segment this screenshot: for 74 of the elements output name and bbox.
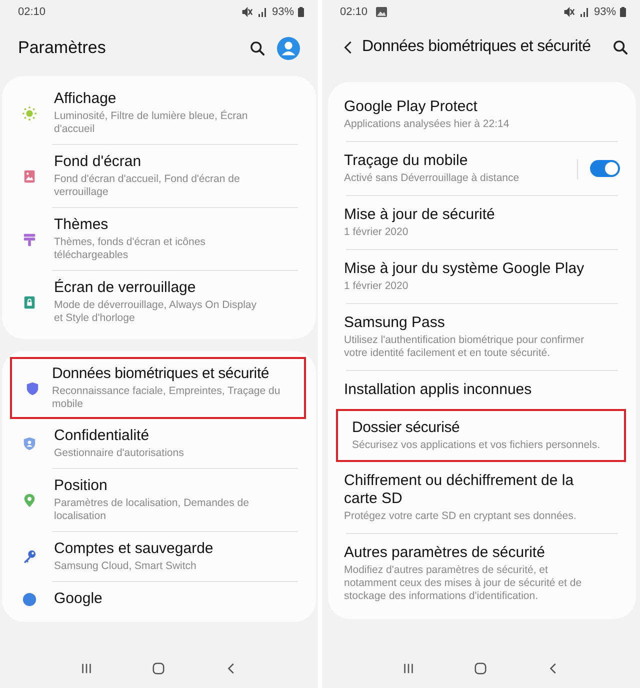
item-description: Mode de déverrouillage, Always On Display et Style d'horloge (54, 299, 258, 325)
settings-item[interactable]: Google (2, 582, 316, 616)
item-title: Google Play Protect (344, 98, 478, 116)
battery-icon (620, 7, 626, 17)
item-title: Comptes et sauvegarde (54, 540, 214, 558)
item-title: Installation applis inconnues (344, 381, 533, 399)
item-title: Traçage du mobile (344, 152, 469, 170)
status-time: 02:10 (340, 6, 368, 18)
item-title: Données biométriques et sécurité (52, 365, 270, 383)
settings-item[interactable]: Mise à jour de sécurité 1 février 2020 (328, 196, 636, 249)
battery-percent: 93% (594, 6, 616, 18)
recent-apps-icon[interactable] (80, 662, 93, 674)
page-title: Paramètres (18, 38, 106, 58)
item-description: Samsung Cloud, Smart Switch (54, 560, 198, 573)
mute-icon (242, 7, 253, 17)
item-description: Activé sans Déverrouillage à distance (344, 172, 520, 185)
settings-item[interactable]: Données biométriques et sécurité Reconnaissance faciale, Empreintes, Traçage du mobile (10, 357, 306, 419)
settings-item[interactable]: Chiffrement ou déchiffrement de la carte SD Protégez votre carte SD en cryptant ses données. (328, 462, 636, 533)
battery-percent: 93% (272, 6, 294, 18)
mute-icon (564, 7, 575, 17)
item-description: Utilisez l'authentification biométrique pour confirmer votre identité facilement et en toute sécurité. (344, 334, 586, 360)
item-description: Reconnaissance faciale, Empreintes, Traçage du mobile (52, 385, 282, 411)
profile-avatar-icon[interactable] (277, 36, 300, 60)
item-title: Chiffrement ou déchiffrement de la carte SD (344, 472, 575, 508)
item-description: Luminosité, Filtre de lumière bleue, Écran d'accueil (54, 110, 249, 136)
item-title: Position (54, 477, 108, 495)
settings-item[interactable]: Comptes et sauvegarde Samsung Cloud, Smart Switch (2, 532, 316, 581)
item-description: 1 février 2020 (344, 226, 410, 239)
recent-apps-icon[interactable] (402, 662, 415, 674)
settings-item[interactable]: Mise à jour du système Google Play 1 février 2020 (328, 250, 636, 303)
home-icon[interactable] (474, 662, 488, 674)
signal-icon (256, 7, 268, 17)
item-description: Protégez votre carte SD en cryptant ses données. (344, 510, 578, 523)
item-description: Sécurisez vos applications et vos fichiers personnels. (352, 439, 602, 452)
item-description: Thèmes, fonds d'écran et icônes téléchargeables (54, 236, 206, 262)
item-description: 1 février 2020 (344, 280, 410, 293)
settings-item[interactable]: Samsung Pass Utilisez l'authentification biométrique pour confirmer votre identité facilement et en toute sécurité. (328, 304, 636, 370)
item-description: Modifiez d'autres paramètres de sécurité, et notamment ceux des mises à jour de sécurité et de stockage des informations d'identification. (344, 564, 583, 603)
status-time: 02:10 (18, 6, 46, 18)
search-icon[interactable] (250, 40, 265, 56)
item-title: Google (54, 590, 104, 608)
item-title: Dossier sécurisé (352, 419, 461, 437)
item-title: Thèmes (54, 216, 110, 234)
battery-icon (298, 7, 304, 17)
page-title: Données biométriques et sécurité (362, 38, 592, 56)
settings-item[interactable]: Écran de verrouillage Mode de déverrouillage, Always On Display et Style d'horloge (2, 271, 316, 333)
image-notification-icon (376, 7, 387, 17)
item-description: Applications analysées hier à 22:14 (344, 118, 510, 131)
back-icon[interactable] (344, 40, 352, 54)
item-title: Mise à jour de sécurité (344, 206, 496, 224)
search-icon[interactable] (613, 40, 628, 54)
item-title: Confidentialité (54, 427, 150, 445)
home-icon[interactable] (152, 662, 166, 674)
settings-item[interactable]: Dossier sécurisé Sécurisez vos applications et vos fichiers personnels. (336, 409, 626, 462)
settings-item[interactable]: Confidentialité Gestionnaire d'autorisations (2, 419, 316, 468)
item-description: Fond d'écran d'accueil, Fond d'écran de verrouillage (54, 173, 241, 199)
item-title: Affichage (54, 90, 118, 108)
settings-item[interactable]: Google Play Protect Applications analysées hier à 22:14 (328, 88, 636, 141)
settings-item[interactable]: Traçage du mobile Activé sans Déverrouillage à distance (328, 142, 636, 195)
settings-item[interactable]: Position Paramètres de localisation, Demandes de localisation (2, 469, 316, 531)
item-title: Autres paramètres de sécurité (344, 544, 546, 562)
signal-icon (578, 7, 590, 17)
item-title: Écran de verrouillage (54, 279, 197, 297)
item-title: Mise à jour du système Google Play (344, 260, 586, 278)
settings-item[interactable]: Fond d'écran Fond d'écran d'accueil, Fond d'écran de verrouillage (2, 145, 316, 207)
settings-item[interactable]: Affichage Luminosité, Filtre de lumière bleue, Écran d'accueil (2, 82, 316, 144)
settings-item[interactable]: Autres paramètres de sécurité Modifiez d'autres paramètres de sécurité, et notamment ceux des mises à jour de sécurité et de stockage des informations d'identification. (328, 534, 636, 613)
item-title: Fond d'écran (54, 153, 142, 171)
settings-item[interactable]: Installation applis inconnues (328, 371, 636, 409)
settings-item[interactable]: Thèmes Thèmes, fonds d'écran et icônes téléchargeables (2, 208, 316, 270)
item-description: Gestionnaire d'autorisations (54, 447, 185, 460)
toggle-switch[interactable] (590, 160, 620, 177)
item-title: Samsung Pass (344, 314, 446, 332)
item-description: Paramètres de localisation, Demandes de localisation (54, 497, 250, 523)
